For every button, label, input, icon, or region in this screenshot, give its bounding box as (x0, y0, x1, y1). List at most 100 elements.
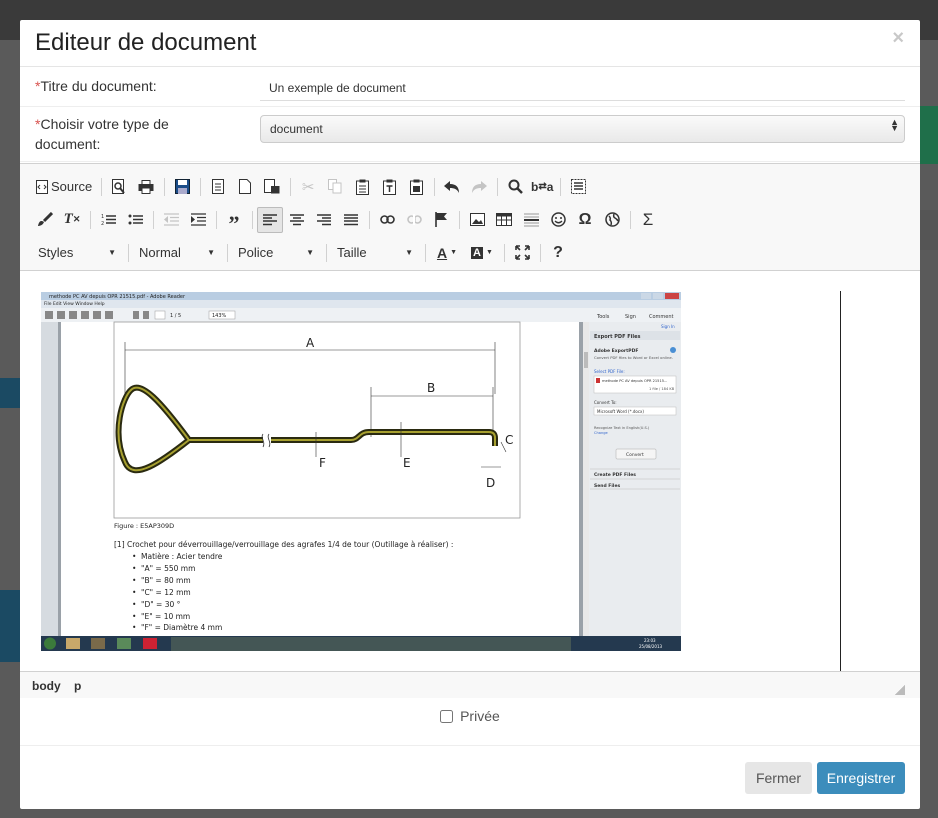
print-icon (138, 179, 154, 194)
path-item-body[interactable]: body (32, 679, 61, 693)
toolbar-separator (459, 210, 460, 229)
pdf-panel-title: Export PDF Files (594, 334, 640, 340)
pdf-change: Change (594, 431, 609, 435)
document-type-select[interactable]: document ▲ ▼ (260, 115, 905, 143)
toolbar-separator (504, 243, 505, 262)
sum-button[interactable]: Σ (635, 207, 661, 233)
figure-caption: Figure : E5AP309D (114, 522, 174, 530)
image-button[interactable] (464, 207, 490, 233)
title-input[interactable] (260, 75, 905, 101)
size-combo[interactable]: Taille ▼ (331, 241, 419, 265)
save-button[interactable]: Enregistrer (817, 762, 905, 794)
type-label-text: Choisir votre type de document: (35, 116, 169, 152)
undo-icon (444, 180, 460, 193)
font-combo-label: Police (238, 245, 274, 260)
text-color-button[interactable]: A ▼ (430, 240, 464, 266)
copy-format-button[interactable] (32, 207, 58, 233)
justify-button[interactable] (338, 207, 364, 233)
toolbar-separator (153, 210, 154, 229)
align-left-button[interactable] (257, 206, 283, 233)
align-right-button[interactable] (311, 207, 337, 233)
element-path-bar: body p (20, 671, 920, 698)
styles-combo[interactable]: Styles ▼ (32, 241, 122, 265)
pdf-tab-tools: Tools (596, 314, 610, 320)
toolbar-separator (200, 177, 202, 196)
find-button[interactable] (502, 174, 528, 200)
embedded-screenshot-image: methode PC AV depuis OPR 21515.pdf - Ado… (41, 292, 681, 651)
paste-button[interactable] (349, 174, 375, 200)
outdent-button[interactable] (158, 207, 184, 233)
size-combo-label: Taille (337, 245, 367, 260)
toolbar-separator (540, 243, 541, 262)
align-right-icon (317, 213, 331, 225)
table-button[interactable] (491, 207, 517, 233)
new-page-icon (239, 179, 252, 194)
save-doc-button[interactable] (169, 174, 195, 200)
select-all-button[interactable] (565, 174, 591, 200)
private-checkbox[interactable] (440, 709, 454, 723)
pdf-bullet-text: "D" = 30 ° (141, 600, 181, 609)
redo-button[interactable] (466, 174, 492, 200)
horizontal-line-button[interactable] (518, 207, 544, 233)
align-center-button[interactable] (284, 207, 310, 233)
align-center-icon (290, 213, 304, 225)
format-combo[interactable]: Normal ▼ (133, 241, 221, 265)
new-page-button[interactable] (232, 174, 258, 200)
font-combo[interactable]: Police ▼ (232, 241, 320, 265)
dim-label-a: A (306, 336, 315, 350)
iframe-icon (604, 212, 620, 227)
bg-color-button[interactable]: A ▼ (465, 240, 499, 266)
resize-handle-icon[interactable] (895, 685, 905, 695)
svg-text:1: 1 (101, 214, 104, 220)
iframe-button[interactable] (599, 207, 625, 233)
preview-button[interactable] (106, 174, 132, 200)
anchor-icon (434, 212, 447, 227)
paste-from-word-icon (264, 179, 280, 194)
pdf-panel-sub: Adobe ExportPDF (594, 348, 638, 354)
toolbar-separator (497, 177, 499, 196)
paste-text-button[interactable] (376, 174, 402, 200)
indent-button[interactable] (185, 207, 211, 233)
bulleted-list-button[interactable] (122, 207, 148, 233)
anchor-button[interactable] (428, 207, 454, 233)
preview-icon (112, 178, 125, 194)
backdrop-left-strip (0, 378, 20, 408)
special-char-button[interactable]: Ω (572, 207, 598, 233)
copy-button[interactable] (322, 174, 348, 200)
undo-button[interactable] (439, 174, 465, 200)
toolbar-separator (101, 177, 103, 196)
path-item-p[interactable]: p (74, 679, 81, 693)
editor-toolbar: Source ✂ b ⇄ a T ✕ 1 2 ” Ω Σ Styles ▼ No… (20, 164, 920, 271)
print-button[interactable] (133, 174, 159, 200)
numbered-list-button[interactable]: 12 (95, 207, 121, 233)
private-option: Privée (20, 698, 920, 746)
help-button[interactable]: ? (545, 240, 571, 266)
smiley-button[interactable] (545, 207, 571, 233)
cut-button[interactable]: ✂ (295, 174, 321, 200)
templates-button[interactable] (205, 174, 231, 200)
unlink-button[interactable] (401, 207, 427, 233)
modal-header: Editeur de document × (20, 20, 920, 67)
toolbar-separator (216, 210, 217, 229)
remove-format-brush-icon (38, 212, 53, 226)
pdf-page: 1 / 5 (170, 313, 181, 319)
blockquote-button[interactable]: ” (221, 207, 247, 236)
pdf-panel-desc: Convert PDF files to Word or Excel onlin… (594, 355, 673, 360)
clear-format-button[interactable]: T ✕ (59, 207, 85, 233)
source-button[interactable]: Source (32, 174, 96, 200)
pdf-bullet: • (132, 600, 136, 609)
maximize-button[interactable] (509, 240, 535, 266)
link-icon (379, 215, 395, 224)
close-icon[interactable]: × (892, 28, 904, 48)
svg-text:2: 2 (101, 221, 104, 226)
replace-button[interactable]: b ⇄ a (529, 174, 555, 200)
pdf-convert-button: Convert (626, 452, 644, 458)
paste-from-word-button[interactable] (259, 174, 285, 200)
paste-word-button[interactable] (403, 174, 429, 200)
save-icon (174, 179, 190, 194)
close-button[interactable]: Fermer (745, 762, 812, 794)
toolbar-separator (290, 177, 292, 196)
editor-content-area[interactable]: methode PC AV depuis OPR 21515.pdf - Ado… (20, 271, 920, 671)
pdf-file-count: 1 file / 184 KB (649, 387, 675, 391)
link-button[interactable] (374, 207, 400, 233)
